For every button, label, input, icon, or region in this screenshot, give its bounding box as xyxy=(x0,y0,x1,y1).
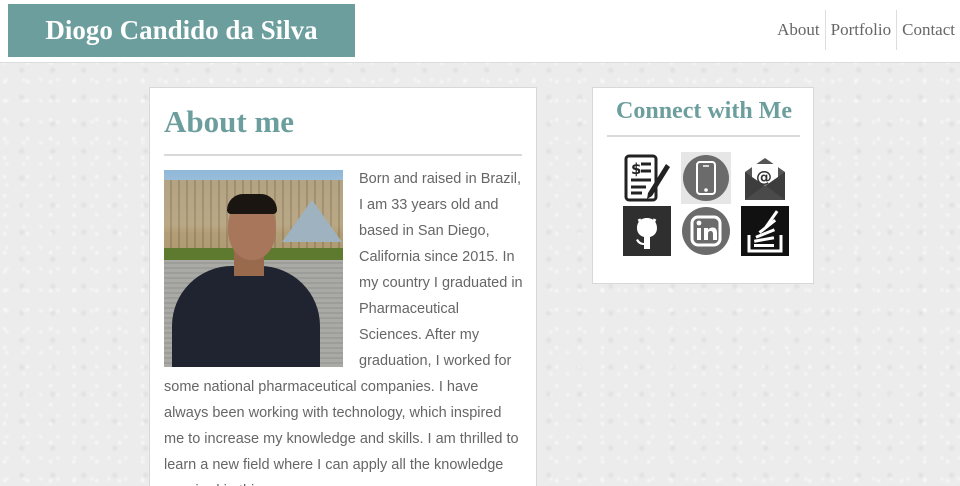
about-divider xyxy=(164,154,522,156)
linkedin-icon[interactable] xyxy=(681,205,731,257)
profile-photo xyxy=(164,170,343,367)
stackoverflow-icon[interactable] xyxy=(740,205,790,257)
about-title: About me xyxy=(164,104,295,139)
connect-divider xyxy=(607,135,800,137)
svg-text:$: $ xyxy=(631,160,641,178)
github-icon[interactable] xyxy=(622,205,672,257)
nav-link-about[interactable]: About xyxy=(772,10,825,50)
site-brand[interactable]: Diogo Candido da Silva xyxy=(8,4,355,57)
nav-links: About Portfolio Contact xyxy=(772,10,960,50)
connect-title: Connect with Me xyxy=(616,98,792,124)
about-card: About me Born and raised in Brazil, I am… xyxy=(149,87,537,486)
connect-card: Connect with Me $ @ xyxy=(592,87,814,284)
phone-icon[interactable] xyxy=(681,152,731,204)
nav-link-portfolio[interactable]: Portfolio xyxy=(824,10,896,50)
nav-link-contact[interactable]: Contact xyxy=(896,10,960,50)
email-icon[interactable]: @ xyxy=(740,152,790,204)
resume-icon[interactable]: $ xyxy=(622,152,672,204)
navbar: Diogo Candido da Silva About Portfolio C… xyxy=(0,0,960,63)
about-body: Born and raised in Brazil, I am 33 years… xyxy=(164,166,524,486)
